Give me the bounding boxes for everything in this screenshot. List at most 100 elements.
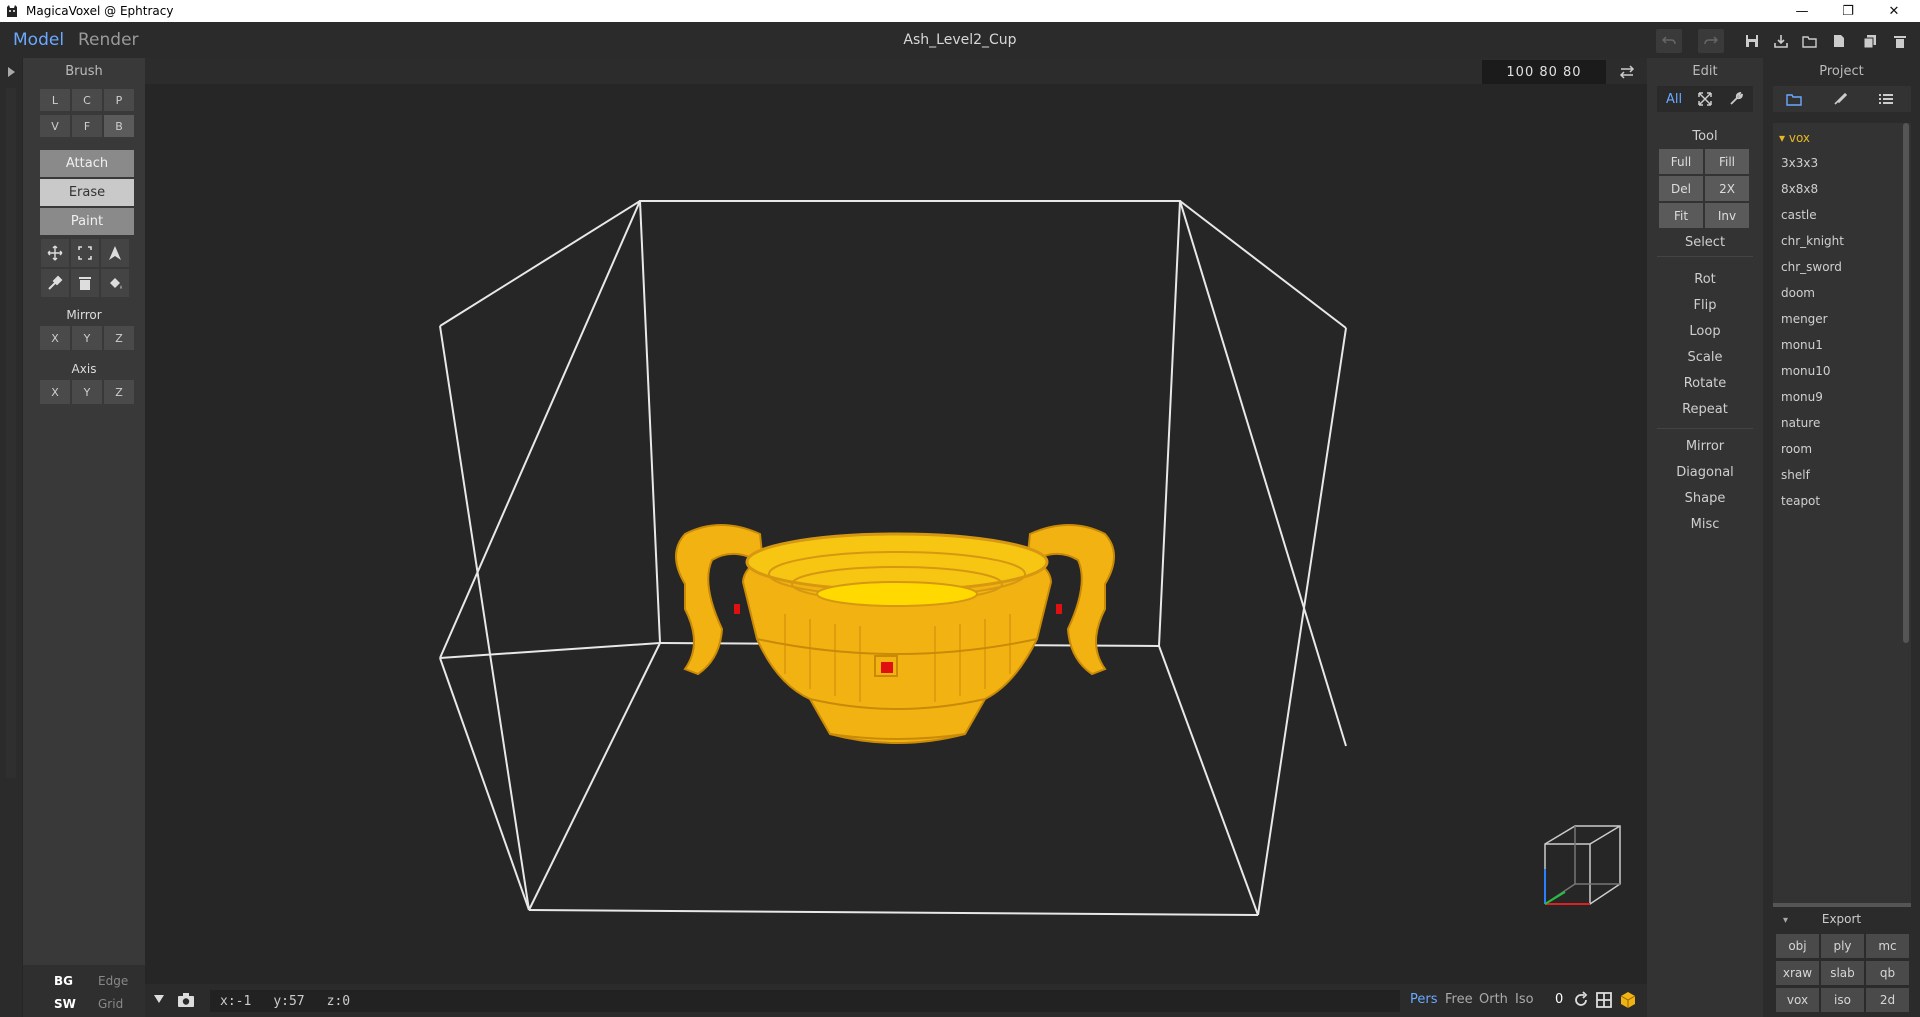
mirror-y-button[interactable]: Y <box>72 326 102 350</box>
list-item[interactable]: doom <box>1781 286 1815 300</box>
op-loop[interactable]: Loop <box>1647 324 1763 339</box>
export-mc-button[interactable]: mc <box>1866 934 1909 958</box>
list-item[interactable]: monu1 <box>1781 338 1823 352</box>
undo-icon[interactable] <box>1656 29 1682 53</box>
op-diagonal[interactable]: Diagonal <box>1647 465 1763 480</box>
import-icon[interactable] <box>1768 29 1794 53</box>
list-item[interactable]: monu10 <box>1781 364 1831 378</box>
swap-icon[interactable] <box>1614 62 1640 82</box>
zoom-value[interactable]: 0 <box>1555 992 1563 1007</box>
export-vox-button[interactable]: vox <box>1776 988 1819 1012</box>
export-ply-button[interactable]: ply <box>1821 934 1864 958</box>
export-2d-button[interactable]: 2d <box>1866 988 1909 1012</box>
axis-x-button[interactable]: X <box>40 380 70 404</box>
eyedropper-icon[interactable] <box>41 269 69 297</box>
mirror-z-button[interactable]: Z <box>104 326 134 350</box>
cursor-icon[interactable] <box>101 239 129 267</box>
horizontal-scrollbar[interactable] <box>1773 903 1911 907</box>
list-item[interactable]: 3x3x3 <box>1781 156 1818 170</box>
op-repeat[interactable]: Repeat <box>1647 402 1763 417</box>
minimize-icon[interactable]: — <box>1780 0 1824 22</box>
list-item[interactable]: menger <box>1781 312 1828 326</box>
tool-full-button[interactable]: Full <box>1659 149 1703 174</box>
brush-type-c[interactable]: C <box>72 89 102 111</box>
tool-2x-button[interactable]: 2X <box>1705 176 1749 201</box>
op-rotate[interactable]: Rotate <box>1647 376 1763 391</box>
model-size-field[interactable]: 100 80 80 <box>1482 60 1606 84</box>
list-item[interactable]: room <box>1781 442 1812 456</box>
brush-type-p[interactable]: P <box>104 89 134 111</box>
sw-toggle[interactable]: SW <box>54 997 76 1011</box>
select-rect-icon[interactable] <box>71 239 99 267</box>
export-obj-button[interactable]: obj <box>1776 934 1819 958</box>
export-iso-button[interactable]: iso <box>1821 988 1864 1012</box>
redo-icon[interactable] <box>1698 29 1724 53</box>
view-pers[interactable]: Pers <box>1410 992 1438 1007</box>
tab-all[interactable]: All <box>1659 87 1689 111</box>
frame-icon[interactable] <box>1595 991 1613 1009</box>
list-scrollbar[interactable] <box>1903 123 1909 643</box>
op-flip[interactable]: Flip <box>1647 298 1763 313</box>
cube-view-icon[interactable] <box>1619 991 1637 1009</box>
brush-type-v[interactable]: V <box>40 115 70 137</box>
export-slab-button[interactable]: slab <box>1821 961 1864 985</box>
expand-arrow-icon[interactable] <box>8 67 15 77</box>
select-button[interactable]: Select <box>1647 235 1763 250</box>
tool-del-button[interactable]: Del <box>1659 176 1703 201</box>
wrench-icon[interactable] <box>1721 87 1751 111</box>
list-item[interactable]: castle <box>1781 208 1817 222</box>
camera-icon[interactable] <box>177 992 195 1008</box>
mirror-x-button[interactable]: X <box>40 326 70 350</box>
folder-vox[interactable]: ▾ vox <box>1779 131 1810 145</box>
op-scale[interactable]: Scale <box>1647 350 1763 365</box>
tool-fit-button[interactable]: Fit <box>1659 203 1703 228</box>
op-rot[interactable]: Rot <box>1647 272 1763 287</box>
axis-y-button[interactable]: Y <box>72 380 102 404</box>
dropdown-arrow-icon[interactable] <box>154 995 164 1003</box>
brush-type-f[interactable]: F <box>72 115 102 137</box>
view-orth[interactable]: Orth <box>1479 992 1508 1007</box>
list-icon[interactable] <box>1871 87 1901 111</box>
list-item[interactable]: chr_sword <box>1781 260 1842 274</box>
view-free[interactable]: Free <box>1445 992 1473 1007</box>
move-icon[interactable] <box>41 239 69 267</box>
restore-icon[interactable]: ❐ <box>1826 0 1870 22</box>
expand-arrows-icon[interactable] <box>1690 87 1720 111</box>
save-icon[interactable] <box>1739 29 1765 53</box>
open-folder-icon[interactable] <box>1797 29 1823 53</box>
new-file-icon[interactable] <box>1826 29 1852 53</box>
export-xraw-button[interactable]: xraw <box>1776 961 1819 985</box>
close-icon[interactable]: ✕ <box>1872 0 1916 22</box>
3d-viewport[interactable] <box>145 84 1647 984</box>
view-iso[interactable]: Iso <box>1515 992 1534 1007</box>
brush-type-b[interactable]: B <box>104 115 134 137</box>
axis-z-button[interactable]: Z <box>104 380 134 404</box>
bg-toggle[interactable]: BG <box>54 974 73 988</box>
tool-inv-button[interactable]: Inv <box>1705 203 1749 228</box>
folder-icon[interactable] <box>1779 87 1809 111</box>
list-item[interactable]: 8x8x8 <box>1781 182 1818 196</box>
list-item[interactable]: monu9 <box>1781 390 1823 404</box>
paint-button[interactable]: Paint <box>40 208 134 235</box>
erase-button[interactable]: Erase <box>40 179 134 206</box>
list-item[interactable]: chr_knight <box>1781 234 1844 248</box>
brush-icon[interactable] <box>1825 87 1855 111</box>
delete-file-icon[interactable] <box>1887 29 1913 53</box>
attach-button[interactable]: Attach <box>40 150 134 177</box>
grid-toggle[interactable]: Grid <box>98 997 123 1011</box>
trash-icon[interactable] <box>71 269 99 297</box>
reset-view-icon[interactable] <box>1572 991 1590 1009</box>
tool-fill-button[interactable]: Fill <box>1705 149 1749 174</box>
list-item[interactable]: teapot <box>1781 494 1820 508</box>
op-shape[interactable]: Shape <box>1647 491 1763 506</box>
export-qb-button[interactable]: qb <box>1866 961 1909 985</box>
op-mirror[interactable]: Mirror <box>1647 439 1763 454</box>
orientation-cube-icon[interactable] <box>1544 825 1621 905</box>
list-item[interactable]: nature <box>1781 416 1820 430</box>
copy-file-icon[interactable] <box>1857 29 1883 53</box>
brush-type-l[interactable]: L <box>40 89 70 111</box>
bucket-icon[interactable] <box>101 269 129 297</box>
list-item[interactable]: shelf <box>1781 468 1810 482</box>
edge-toggle[interactable]: Edge <box>98 974 128 988</box>
op-misc[interactable]: Misc <box>1647 517 1763 532</box>
